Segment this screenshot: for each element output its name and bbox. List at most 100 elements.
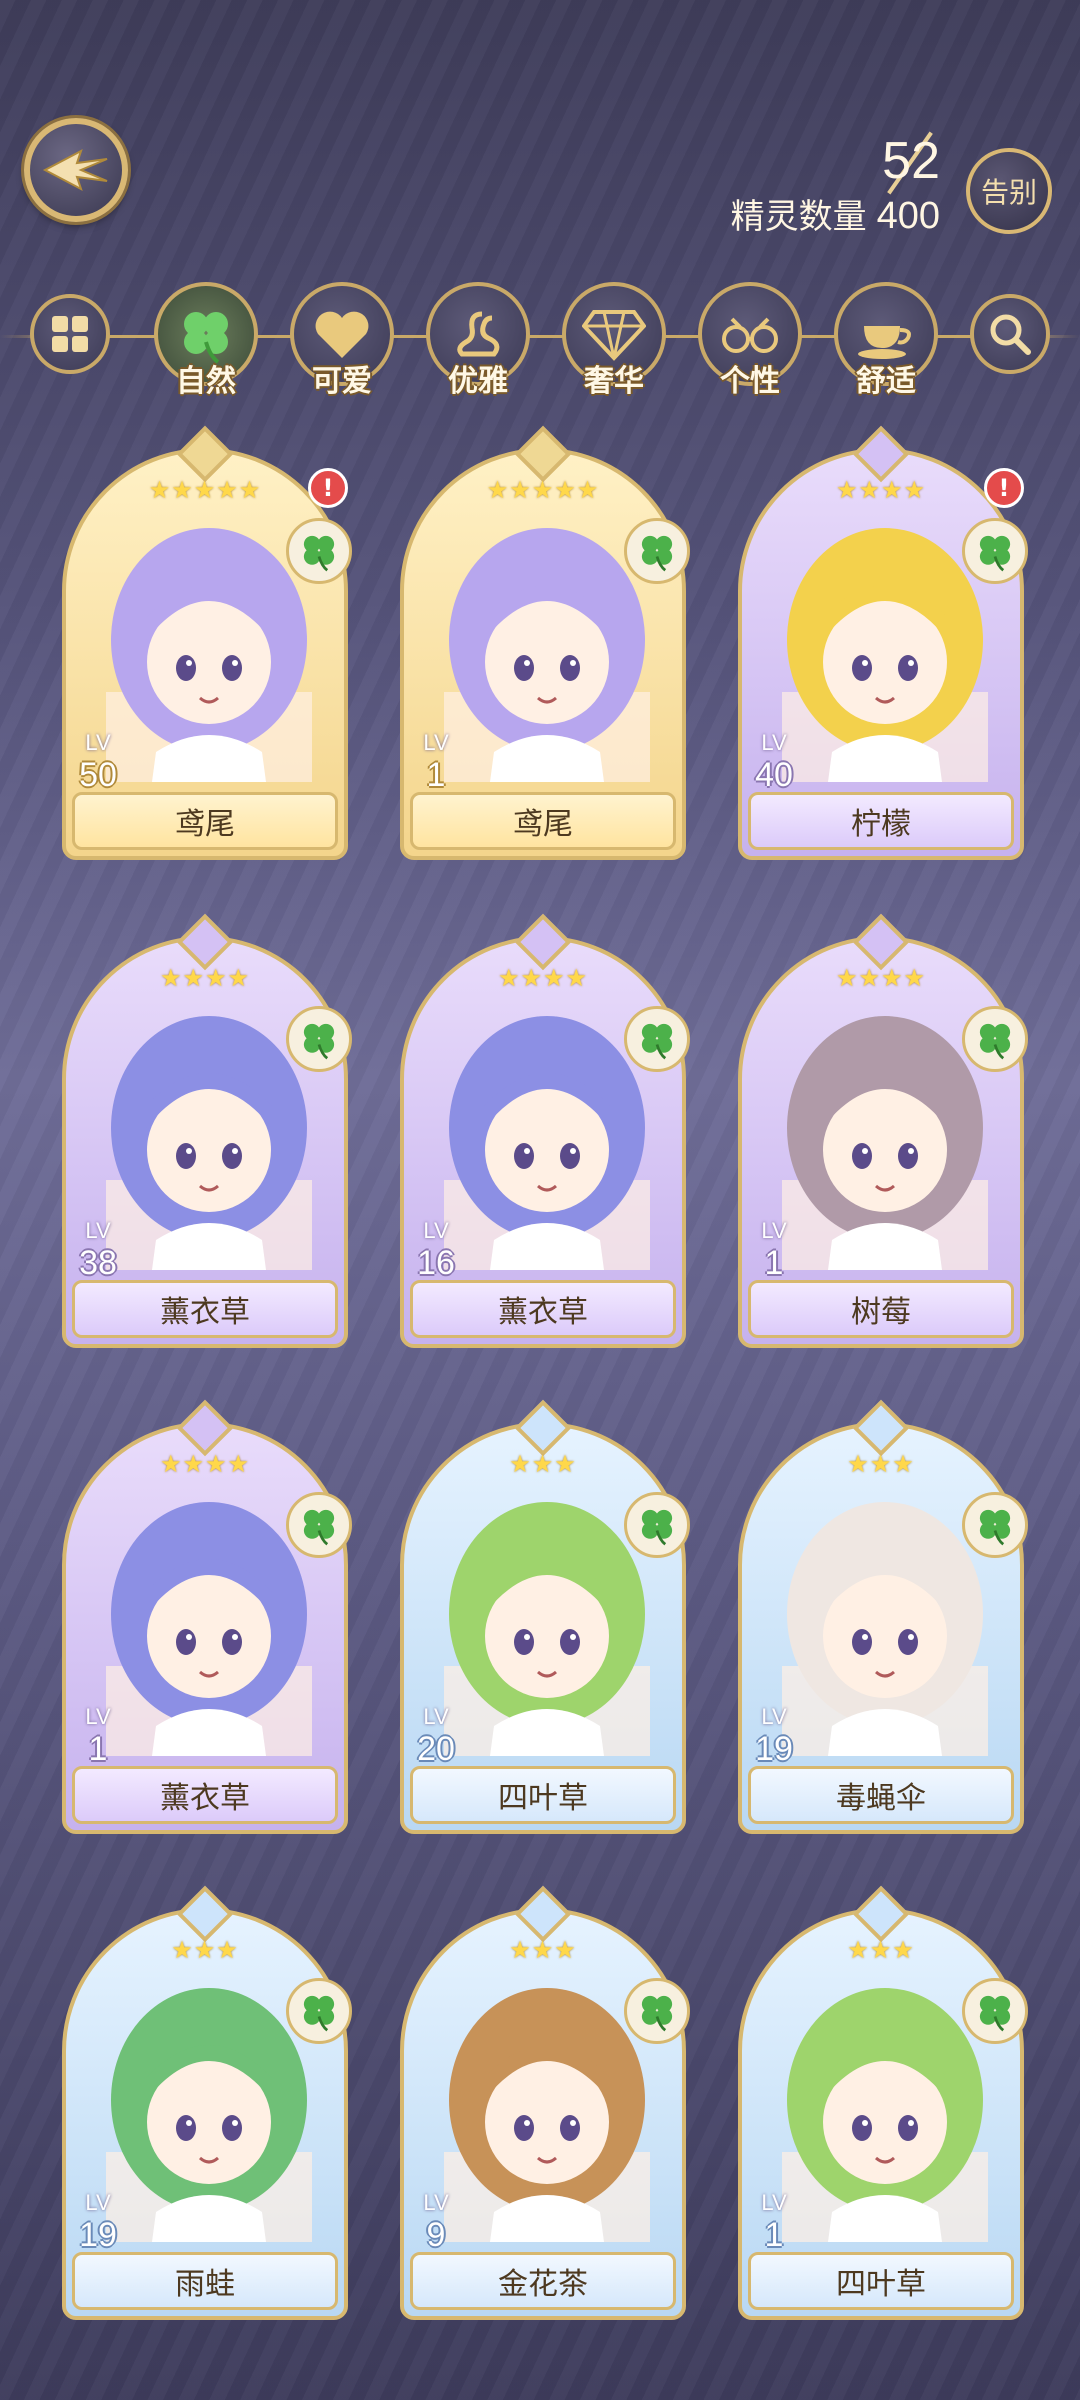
character-portrait [782,528,988,782]
nature-attribute-badge [962,518,1028,584]
grid-icon [52,316,88,352]
card-frame: 毒蝇伞 [738,1422,1024,1834]
level-tag: LV [85,2190,111,2215]
card-frame: 金花茶 [400,1908,686,2320]
star-rating: ★★★★ [159,1450,251,1478]
level-badge: LV 1 [738,2190,810,2254]
count-label: 精灵数量 [730,197,867,237]
star-rating: ★★★★ [835,476,927,504]
character-portrait [444,1988,650,2242]
wing-arrow-icon [42,148,108,192]
character-portrait [106,528,312,782]
filter-label: 奢华 [584,364,644,399]
back-button[interactable] [24,118,128,222]
nature-attribute-badge [962,1978,1028,2044]
clover-icon [303,1995,335,2032]
nature-attribute-badge [286,518,352,584]
sprite-name: 薰衣草 [410,1280,676,1338]
star-rating: ★★★ [171,1936,239,1964]
filter-label: 个性 [720,364,780,399]
filter-nature-button[interactable]: 自然 [152,282,260,400]
star-rating: ★★★ [847,1450,915,1478]
nature-attribute-badge [286,1492,352,1558]
nature-attribute-badge [962,1006,1028,1072]
sprite-card[interactable]: 薰衣草 ★★★★ LV 38 [62,913,352,1348]
filter-label: 优雅 [448,364,508,399]
star-rating: ★★★ [509,1936,577,1964]
level-number: 19 [755,1730,793,1768]
sprite-card[interactable]: 四叶草 ★★★ LV 1 [738,1885,1028,2320]
nature-attribute-badge [624,1492,690,1558]
card-frame: 树莓 [738,936,1024,1348]
level-badge: LV 19 [62,2190,134,2254]
level-number: 20 [417,1730,455,1768]
filter-luxury-button[interactable]: 奢华 [560,282,668,400]
sprite-card[interactable]: 毒蝇伞 ★★★ LV 19 [738,1399,1028,1834]
filter-all-button[interactable] [16,282,124,374]
filter-comfort-button[interactable]: 舒适 [832,282,940,400]
search-icon [990,314,1031,355]
level-tag: LV [423,1704,449,1729]
sprite-name: 薰衣草 [72,1280,338,1338]
search-button[interactable] [956,282,1064,374]
level-number: 1 [764,2216,784,2254]
nature-attribute-badge [286,1978,352,2044]
sprite-count: 52 精灵数量 400 [731,135,940,238]
star-rating: ★★★★ [835,964,927,992]
character-portrait [444,1016,650,1270]
card-frame: 薰衣草 [62,1422,348,1834]
level-badge: LV 19 [738,1704,810,1768]
heart-icon [315,311,369,358]
farewell-label: 告别 [980,176,1037,209]
level-badge: LV 38 [62,1218,134,1282]
sprite-card[interactable]: 四叶草 ★★★ LV 20 [400,1399,690,1834]
diamond-icon [582,310,646,361]
character-portrait [106,1502,312,1756]
level-badge: LV 40 [738,730,810,794]
nature-attribute-badge [624,518,690,584]
star-rating: ★★★★ [497,964,589,992]
level-number: 1 [426,756,446,794]
level-number: 40 [755,756,793,794]
sprite-card[interactable]: 树莓 ★★★★ LV 1 [738,913,1028,1348]
filter-elegant-button[interactable]: 优雅 [424,282,532,400]
level-tag: LV [761,1704,787,1729]
level-tag: LV [423,2190,449,2215]
sprite-card[interactable]: 柠檬 ★★★★! LV 40 [738,425,1028,860]
character-portrait [782,1988,988,2242]
clover-icon [979,535,1011,572]
nature-attribute-badge [624,1006,690,1072]
capacity-count: 400 [876,195,940,237]
sprite-card[interactable]: 金花茶 ★★★ LV 9 [400,1885,690,2320]
clover-icon [303,1023,335,1060]
alert-badge: ! [984,468,1024,508]
sprite-name: 薰衣草 [72,1766,338,1824]
star-rating: ★★★★ [159,964,251,992]
level-number: 9 [426,2216,446,2254]
level-badge: LV 1 [62,1704,134,1768]
clover-icon [979,1509,1011,1546]
clover-icon [979,1995,1011,2032]
sprite-card[interactable]: 鸢尾 ★★★★★ LV 1 [400,425,690,860]
filter-personality-button[interactable]: 个性 [696,282,804,400]
sprite-card[interactable]: 雨蛙 ★★★ LV 19 [62,1885,352,2320]
clover-icon [641,1509,673,1546]
character-portrait [444,528,650,782]
sprite-card[interactable]: 薰衣草 ★★★★ LV 16 [400,913,690,1348]
level-number: 50 [79,756,117,794]
level-badge: LV 1 [400,730,472,794]
level-badge: LV 9 [400,2190,472,2254]
farewell-button[interactable]: 告别 [966,148,1052,234]
level-number: 16 [417,1244,455,1282]
card-frame: 雨蛙 [62,1908,348,2320]
clover-icon [979,1023,1011,1060]
card-frame: 柠檬 [738,448,1024,860]
clover-icon [303,1509,335,1546]
level-tag: LV [423,1218,449,1243]
filter-cute-button[interactable]: 可爱 [288,282,396,400]
sprite-name: 雨蛙 [72,2252,338,2310]
sprite-card[interactable]: 薰衣草 ★★★★ LV 1 [62,1399,352,1834]
sprite-name: 金花茶 [410,2252,676,2310]
sprite-card[interactable]: 鸢尾 ★★★★★! LV 50 [62,425,352,860]
level-badge: LV 50 [62,730,134,794]
